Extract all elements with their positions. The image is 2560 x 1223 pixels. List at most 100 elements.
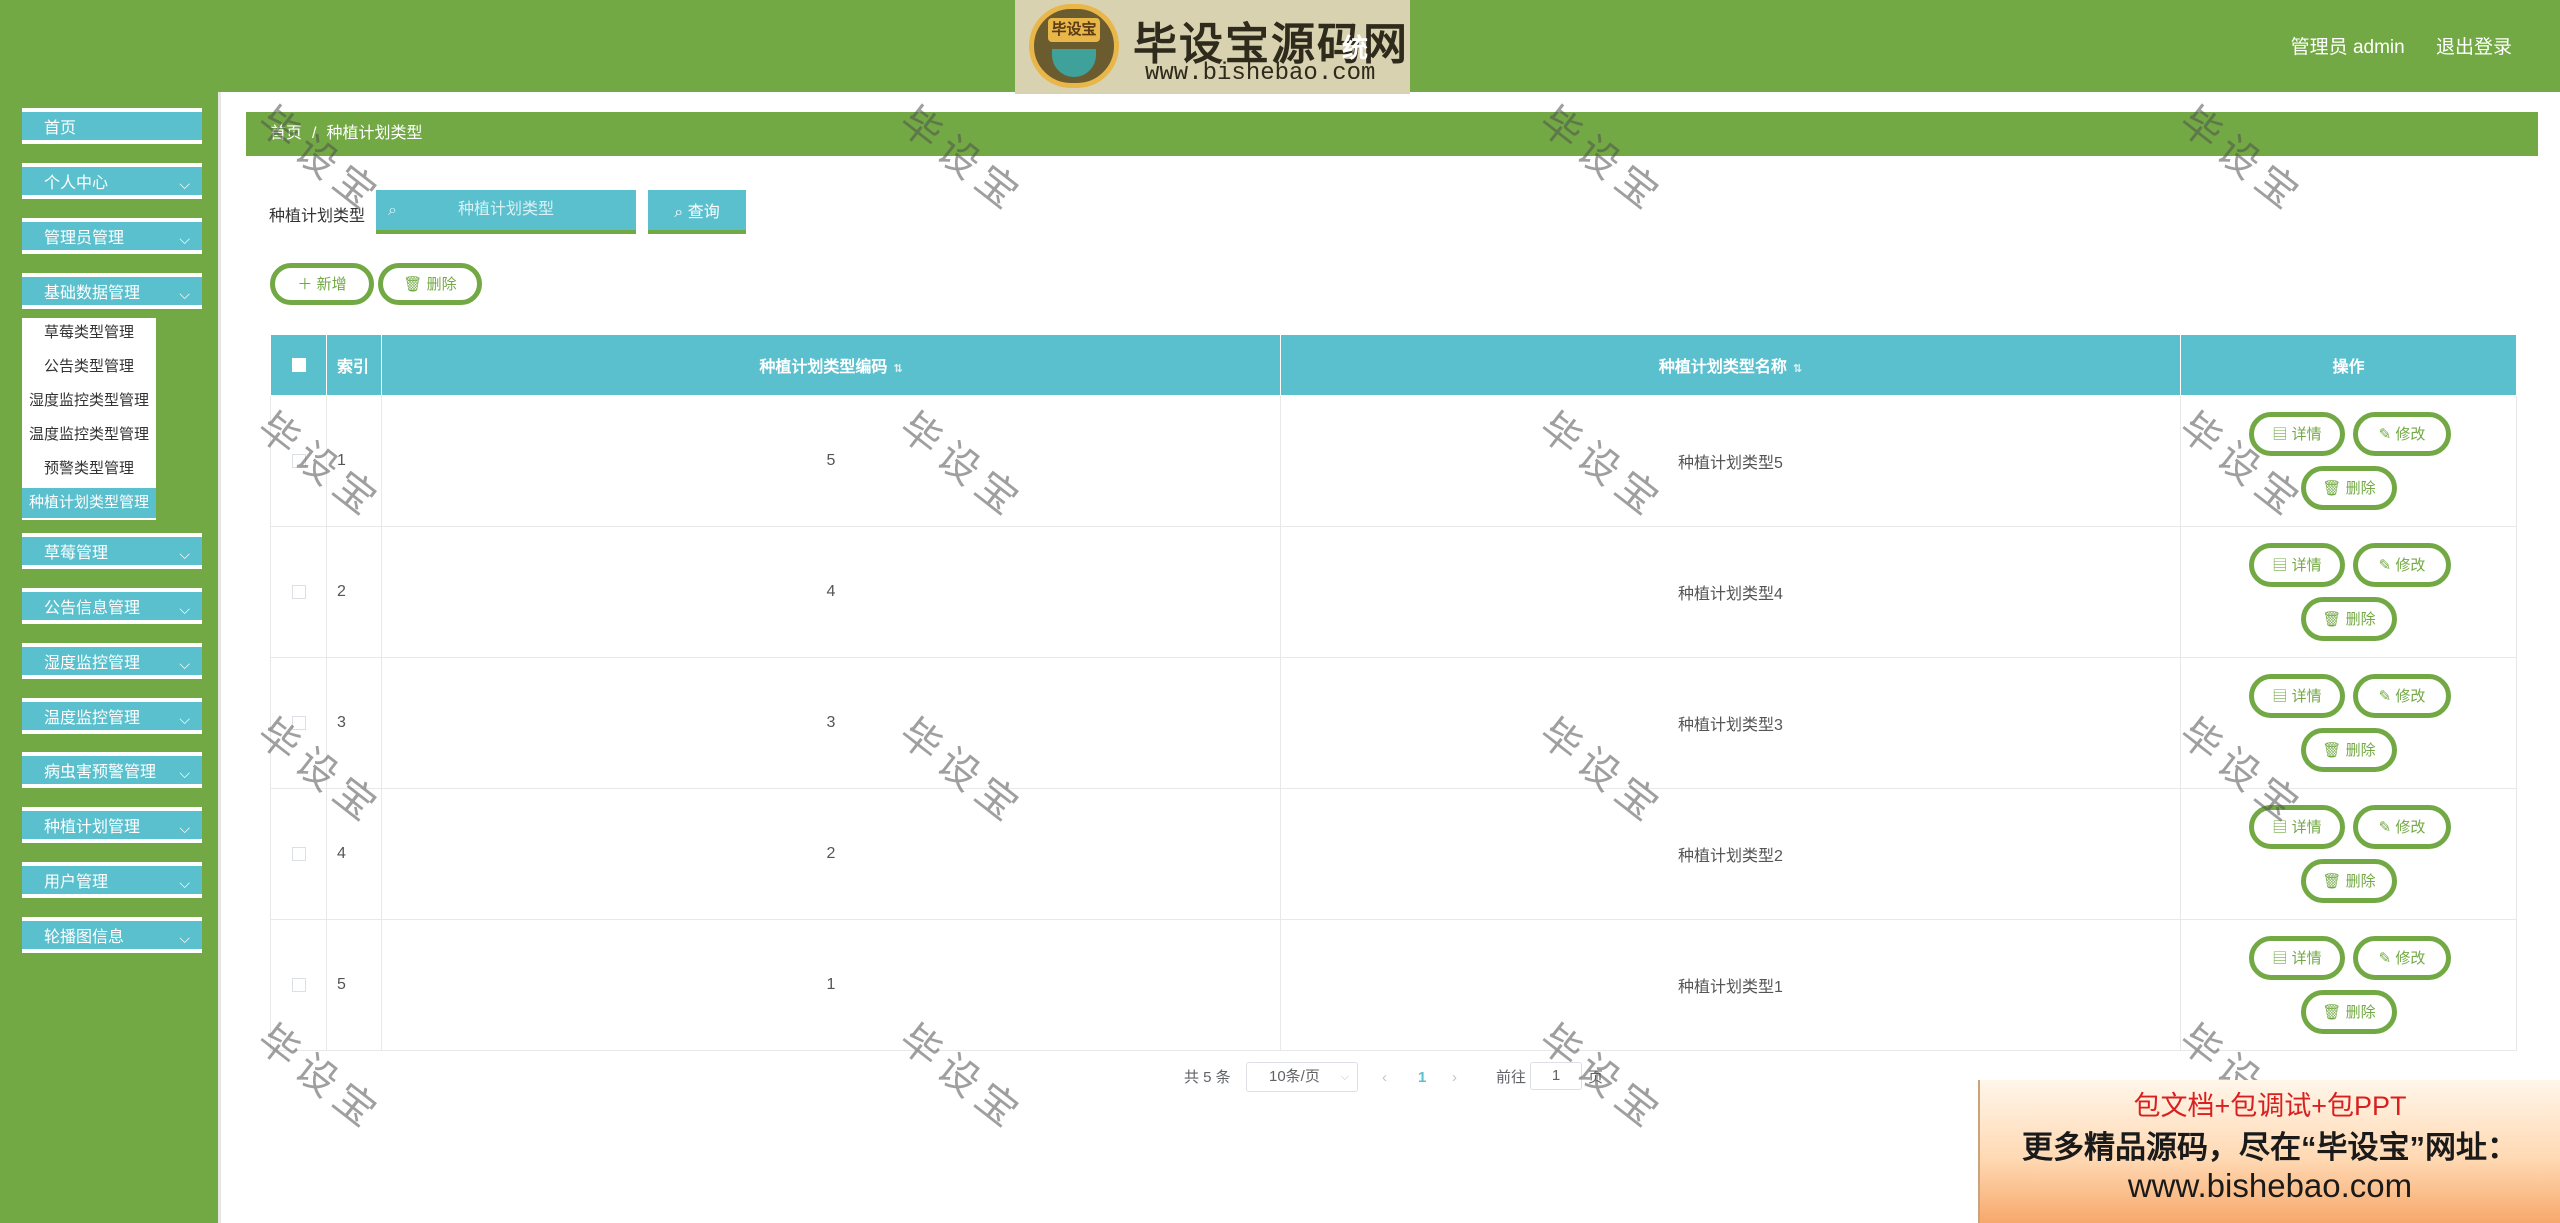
row-checkbox[interactable]: [291, 584, 306, 599]
batch-delete-button[interactable]: 🗑 删除: [378, 263, 482, 305]
edit-button[interactable]: ✎ 修改: [2353, 412, 2451, 456]
row-actions: ▤ 详情 ✎ 修改 🗑 删除: [2181, 920, 2516, 1050]
cell-index: 5: [326, 919, 382, 1051]
column-header-ops: 操作: [2180, 334, 2517, 396]
row-delete-button[interactable]: 🗑 删除: [2301, 466, 2397, 510]
page-number-current[interactable]: 1: [1418, 1062, 1426, 1094]
cell-code: 5: [381, 395, 1281, 527]
sidebar-item-planting-plan[interactable]: 种植计划管理 ⌵: [22, 807, 202, 843]
column-header-name-label: 种植计划类型名称: [1658, 359, 1787, 376]
cell-index: 2: [326, 526, 382, 658]
sidebar-item-label: 草莓管理: [44, 545, 109, 562]
goto-page-input[interactable]: 1: [1530, 1062, 1582, 1090]
sidebar-item-admin-management[interactable]: 管理员管理 ⌵: [22, 218, 202, 254]
row-checkbox[interactable]: [291, 846, 306, 861]
sidebar-item-label: 公告信息管理: [44, 600, 141, 617]
admin-user-label[interactable]: 管理员 admin: [2291, 37, 2405, 58]
detail-button[interactable]: ▤ 详情: [2249, 805, 2345, 849]
row-checkbox[interactable]: [291, 453, 306, 468]
chevron-down-icon: ⌵: [179, 176, 190, 192]
logo-badge: 毕设宝: [1048, 18, 1100, 42]
sidebar-item-label: 管理员管理: [44, 230, 125, 247]
delete-button-label: 删除: [426, 276, 457, 293]
row-delete-button[interactable]: 🗑 删除: [2301, 859, 2397, 903]
sidebar-item-notice[interactable]: 公告信息管理 ⌵: [22, 588, 202, 624]
cell-code: 2: [381, 788, 1281, 920]
delete-button-label: 删除: [2345, 873, 2376, 890]
detail-button[interactable]: ▤ 详情: [2249, 674, 2345, 718]
sidebar-item-carousel[interactable]: 轮播图信息 ⌵: [22, 917, 202, 953]
prev-page-button[interactable]: ‹: [1382, 1062, 1387, 1094]
add-button[interactable]: ＋ 新增: [270, 263, 374, 305]
select-all-checkbox[interactable]: [291, 357, 306, 372]
document-icon: ▤: [2272, 950, 2292, 967]
sidebar-item-temperature[interactable]: 温度监控管理 ⌵: [22, 698, 202, 734]
edit-button-label: 修改: [2395, 819, 2426, 836]
add-button-label: 新增: [316, 276, 347, 293]
watermark: 毕设宝: [1531, 98, 1672, 222]
next-page-button[interactable]: ›: [1452, 1062, 1457, 1094]
chevron-down-icon: ⌵: [179, 930, 190, 946]
row-delete-button[interactable]: 🗑 删除: [2301, 990, 2397, 1034]
edit-button[interactable]: ✎ 修改: [2353, 543, 2451, 587]
row-checkbox[interactable]: [291, 715, 306, 730]
cell-ops: ▤ 详情 ✎ 修改 🗑 删除: [2180, 526, 2517, 658]
trash-icon: 🗑: [2322, 611, 2346, 628]
table-row: 3 3 种植计划类型3 ▤ 详情 ✎ 修改 🗑 删除: [270, 657, 2517, 789]
submenu-humidity-type[interactable]: 湿度监控类型管理: [22, 386, 156, 416]
cell-ops: ▤ 详情 ✎ 修改 🗑 删除: [2180, 919, 2517, 1051]
submenu-strawberry-type[interactable]: 草莓类型管理: [22, 318, 156, 348]
detail-button[interactable]: ▤ 详情: [2249, 543, 2345, 587]
sort-icon[interactable]: ⇅: [1793, 363, 1802, 375]
edit-button[interactable]: ✎ 修改: [2353, 674, 2451, 718]
logout-link[interactable]: 退出登录: [2436, 37, 2512, 58]
submenu-warning-type[interactable]: 预警类型管理: [22, 454, 156, 484]
submenu-temperature-type[interactable]: 温度监控类型管理: [22, 420, 156, 450]
submenu-planting-plan-type[interactable]: 种植计划类型管理: [22, 488, 156, 518]
sidebar-item-basic-data[interactable]: 基础数据管理 ⌵: [22, 273, 202, 309]
column-header-code[interactable]: 种植计划类型编码 ⇅: [381, 334, 1281, 396]
cell-name: 种植计划类型4: [1280, 526, 2181, 658]
search-input[interactable]: [376, 190, 636, 234]
promo-line-3: www.bishebao.com: [2127, 1167, 2413, 1204]
sidebar-item-home[interactable]: 首页: [22, 108, 202, 144]
sidebar-item-users[interactable]: 用户管理 ⌵: [22, 862, 202, 898]
logo-emblem-icon: 毕设宝: [1029, 4, 1119, 88]
edit-button[interactable]: ✎ 修改: [2353, 936, 2451, 980]
query-button[interactable]: ⌕ 查询: [648, 190, 746, 234]
edit-button[interactable]: ✎ 修改: [2353, 805, 2451, 849]
page-size-select[interactable]: 10条/页 ⌵: [1246, 1062, 1358, 1092]
cell-ops: ▤ 详情 ✎ 修改 🗑 删除: [2180, 657, 2517, 789]
search-icon: ⌕: [674, 204, 688, 221]
cell-ops: ▤ 详情 ✎ 修改 🗑 删除: [2180, 788, 2517, 920]
sort-icon[interactable]: ⇅: [893, 363, 902, 375]
submenu-notice-type[interactable]: 公告类型管理: [22, 352, 156, 382]
sidebar-item-personal-center[interactable]: 个人中心 ⌵: [22, 163, 202, 199]
row-delete-button[interactable]: 🗑 删除: [2301, 728, 2397, 772]
breadcrumb: 首页 / 种植计划类型: [246, 112, 2538, 156]
edit-icon: ✎: [2378, 950, 2396, 967]
row-checkbox[interactable]: [291, 977, 306, 992]
sidebar-item-strawberry[interactable]: 草莓管理 ⌵: [22, 533, 202, 569]
sidebar-item-label: 湿度监控管理: [44, 655, 141, 672]
user-area: 管理员 admin 退出登录: [2265, 32, 2512, 59]
delete-button-label: 删除: [2345, 480, 2376, 497]
chevron-down-icon: ⌵: [179, 601, 190, 617]
sidebar-item-humidity[interactable]: 湿度监控管理 ⌵: [22, 643, 202, 679]
detail-button[interactable]: ▤ 详情: [2249, 936, 2345, 980]
sidebar-divider: [218, 92, 221, 1223]
search-icon: ⌕: [388, 202, 397, 219]
row-delete-button[interactable]: 🗑 删除: [2301, 597, 2397, 641]
row-actions: ▤ 详情 ✎ 修改 🗑 删除: [2181, 396, 2516, 526]
sidebar-item-pest-warning[interactable]: 病虫害预警管理 ⌵: [22, 752, 202, 788]
breadcrumb-home[interactable]: 首页: [270, 125, 302, 142]
detail-button-label: 详情: [2291, 688, 2322, 705]
detail-button-label: 详情: [2291, 950, 2322, 967]
detail-button[interactable]: ▤ 详情: [2249, 412, 2345, 456]
column-header-name[interactable]: 种植计划类型名称 ⇅: [1280, 334, 2181, 396]
detail-button-label: 详情: [2291, 819, 2322, 836]
promo-banner[interactable]: 包文档+包调试+包PPT 更多精品源码，尽在“毕设宝”网址： www.bishe…: [1978, 1080, 2560, 1223]
trash-icon: 🗑: [2322, 480, 2346, 497]
chevron-down-icon: ⌵: [179, 546, 190, 562]
row-select-cell: [270, 657, 327, 789]
